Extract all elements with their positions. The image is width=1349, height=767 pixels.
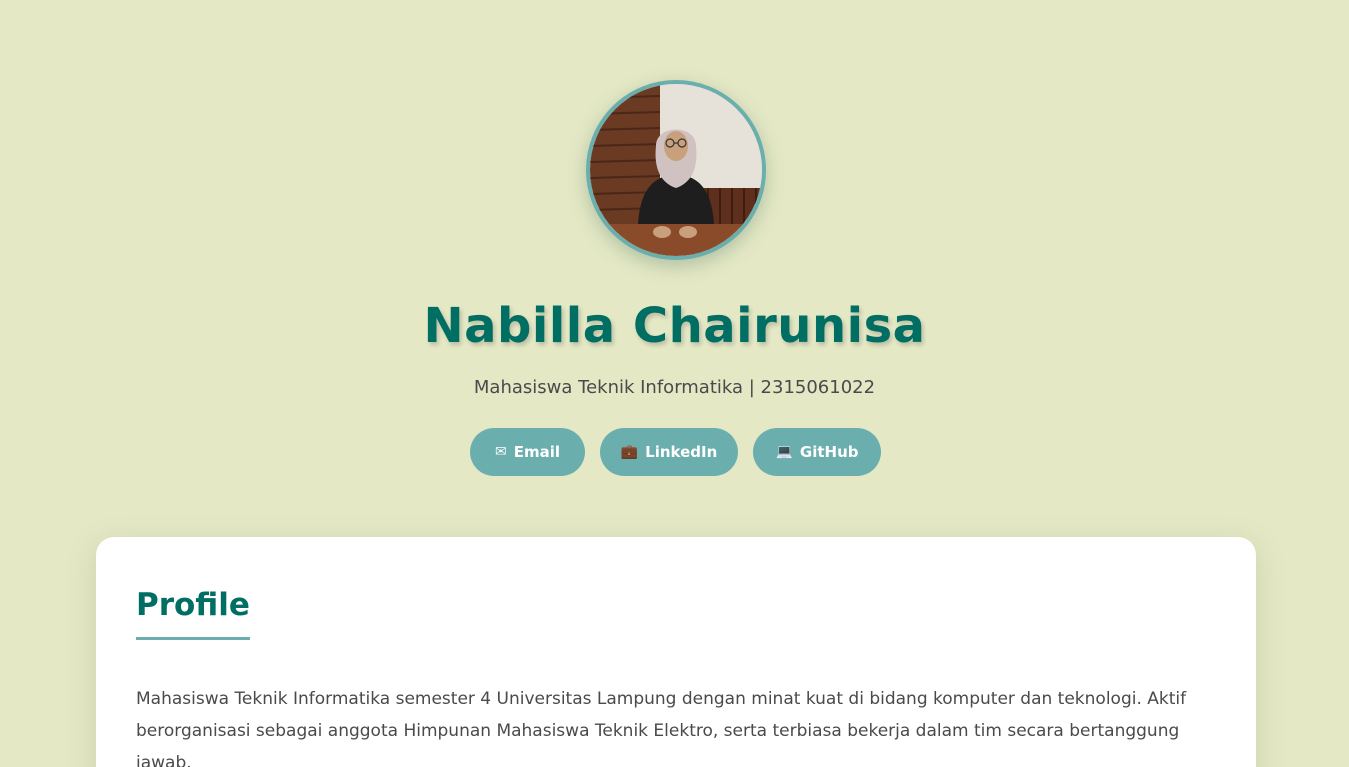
portfolio-page: Nabilla Chairunisa Mahasiswa Teknik Info… (0, 0, 1349, 767)
email-button[interactable]: ✉ Email (470, 428, 585, 476)
profile-avatar (586, 80, 766, 260)
profile-subtitle: Mahasiswa Teknik Informatika | 231506102… (473, 377, 876, 398)
linkedin-button[interactable]: 💼 LinkedIn (600, 428, 738, 476)
profile-name: Nabilla Chairunisa (423, 298, 926, 354)
envelope-icon: ✉ (494, 444, 507, 460)
profile-section-title: Profile (136, 585, 250, 640)
briefcase-icon: 💼 (620, 444, 639, 460)
computer-icon: 💻 (775, 444, 793, 460)
profile-description: Mahasiswa Teknik Informatika semester 4 … (136, 689, 1187, 767)
avatar-photo-icon (590, 84, 762, 256)
linkedin-label: LinkedIn (645, 443, 718, 461)
email-label: Email (513, 443, 561, 461)
github-label: GitHub (799, 443, 859, 461)
profile-card: Profile Mahasiswa Teknik Informatika sem… (96, 537, 1256, 767)
github-button[interactable]: 💻 GitHub (753, 428, 881, 476)
